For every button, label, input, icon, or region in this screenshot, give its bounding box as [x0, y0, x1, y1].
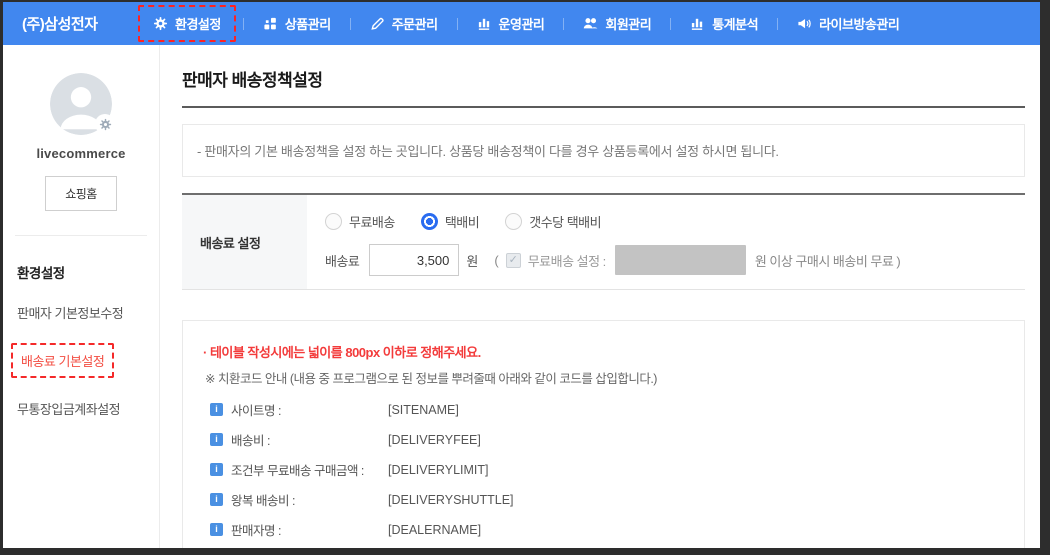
nav-item-live-broadcast[interactable]: 라이브방송관리 — [785, 6, 911, 41]
radio-label: 갯수당 택배비 — [529, 212, 601, 231]
form-row-content: 무료배송 택배비 갯수당 택배비 배송료 — [307, 195, 1025, 289]
shipping-fee-form: 배송료 설정 무료배송 택배비 갯수당 택배비 — [182, 193, 1025, 290]
code-value: [DELIVERYFEE] — [388, 433, 481, 447]
blocks-icon — [263, 16, 278, 31]
nav-item-label: 주문관리 — [392, 14, 438, 33]
code-label: 조건부 무료배송 구매금액 : — [231, 460, 388, 479]
form-row-label: 배송료 설정 — [182, 195, 307, 289]
shipping-fee-input[interactable] — [369, 244, 459, 276]
nav-item-members[interactable]: 회원관리 — [571, 6, 663, 41]
nav-item-orders[interactable]: 주문관리 — [358, 6, 450, 41]
avatar[interactable] — [50, 73, 112, 135]
nav-item-label: 상품관리 — [285, 14, 331, 33]
fee-unit: 원 — [466, 251, 478, 270]
radio-label: 무료배송 — [349, 212, 395, 231]
info-icon — [210, 403, 223, 416]
shipping-fee-row: 배송료 원 ( 무료배송 설정 : 원 이상 구매시 배송비 무료 ) — [325, 244, 1025, 276]
app-window: (주)삼성전자 환경설정 상품관리 주문관리 — [0, 0, 1050, 555]
list-item: 배송비 : [DELIVERYFEE] — [201, 430, 1006, 449]
fee-label: 배송료 — [325, 251, 359, 270]
nav-item-label: 통계분석 — [712, 14, 758, 33]
gear-icon — [153, 16, 168, 31]
nav-separator — [243, 18, 244, 30]
nav-separator — [777, 18, 778, 30]
radio-free-shipping[interactable]: 무료배송 — [325, 212, 395, 231]
list-item: 사이트명 : [SITENAME] — [201, 400, 1006, 419]
main-content: 판매자 배송정책설정 - 판매자의 기본 배송정책을 설정 하는 곳입니다. 상… — [160, 45, 1040, 548]
free-condition-label: 무료배송 설정 : — [528, 251, 606, 270]
megaphone-icon — [797, 16, 812, 31]
info-icon — [210, 463, 223, 476]
nav-item-label: 회원관리 — [605, 14, 651, 33]
code-value: [DEALERNAME] — [388, 523, 481, 537]
sidebar-item-bank-account[interactable]: 무통장입금계좌설정 — [17, 399, 159, 418]
nav-separator — [350, 18, 351, 30]
code-value: [DELIVERYLIMIT] — [388, 463, 489, 477]
seller-username: livecommerce — [3, 146, 159, 161]
shop-home-button[interactable]: 쇼핑홈 — [45, 176, 117, 211]
radio-icon-checked[interactable] — [421, 213, 438, 230]
info-icon — [210, 433, 223, 446]
replacement-code-guide: ※ 치환코드 안내 (내용 중 프로그램으로 된 정보를 뿌려줄때 아래와 같이… — [201, 368, 1006, 387]
main-nav: 환경설정 상품관리 주문관리 운영관리 — [138, 2, 911, 45]
code-label: 판매자명 : — [231, 520, 388, 539]
top-nav: (주)삼성전자 환경설정 상품관리 주문관리 — [3, 2, 1040, 45]
pencil-icon — [370, 16, 385, 31]
table-width-warning: · 테이블 작성시에는 넓이를 800px 이하로 정해주세요. — [201, 342, 1006, 361]
profile-gear-icon[interactable] — [95, 114, 115, 134]
page-title: 판매자 배송정책설정 — [182, 66, 1025, 91]
free-condition-suffix: 원 이상 구매시 배송비 무료 ) — [755, 251, 900, 270]
info-icon — [210, 493, 223, 506]
page-body: livecommerce 쇼핑홈 환경설정 판매자 기본정보수정 배송료 기본설… — [3, 45, 1040, 548]
free-shipping-checkbox-disabled — [506, 253, 521, 268]
shipping-type-radios: 무료배송 택배비 갯수당 택배비 — [325, 207, 1025, 235]
profile-section — [3, 73, 159, 135]
nav-separator — [457, 18, 458, 30]
radio-label: 택배비 — [445, 212, 479, 231]
list-item: 조건부 무료배송 구매금액 : [DELIVERYLIMIT] — [201, 460, 1006, 479]
radio-per-item-fee[interactable]: 갯수당 택배비 — [505, 212, 601, 231]
nav-item-products[interactable]: 상품관리 — [251, 6, 343, 41]
list-item: 판매자명 : [DEALERNAME] — [201, 520, 1006, 539]
replacement-code-list: 사이트명 : [SITENAME] 배송비 : [DELIVERYFEE] 조건… — [201, 400, 1006, 539]
sidebar-section-title: 환경설정 — [17, 262, 159, 282]
sidebar-divider — [15, 235, 147, 236]
nav-separator — [563, 18, 564, 30]
users-icon — [583, 16, 598, 31]
notice-box: · 테이블 작성시에는 넓이를 800px 이하로 정해주세요. ※ 치환코드 … — [182, 320, 1025, 548]
code-label: 사이트명 : — [231, 400, 388, 419]
code-value: [DELIVERYSHUTTLE] — [388, 493, 514, 507]
nav-item-settings[interactable]: 환경설정 — [138, 5, 236, 42]
free-condition-amount-input-disabled — [615, 245, 746, 275]
sidebar-item-shipping-settings[interactable]: 배송료 기본설정 — [11, 343, 114, 378]
code-label: 배송비 : — [231, 430, 388, 449]
list-item: 왕복 배송비 : [DELIVERYSHUTTLE] — [201, 490, 1006, 509]
brand-name: (주)삼성전자 — [3, 13, 138, 34]
nav-item-statistics[interactable]: 통계분석 — [678, 6, 770, 41]
nav-item-label: 운영관리 — [499, 14, 545, 33]
title-divider — [182, 106, 1025, 108]
info-icon — [210, 523, 223, 536]
nav-item-label: 환경설정 — [175, 14, 221, 33]
bar-chart-icon — [690, 16, 705, 31]
sidebar: livecommerce 쇼핑홈 환경설정 판매자 기본정보수정 배송료 기본설… — [3, 45, 160, 548]
nav-item-label: 라이브방송관리 — [819, 14, 899, 33]
nav-item-operations[interactable]: 운영관리 — [465, 6, 557, 41]
bar-chart-icon — [477, 16, 492, 31]
sidebar-item-seller-info[interactable]: 판매자 기본정보수정 — [17, 303, 159, 322]
nav-separator — [670, 18, 671, 30]
radio-icon[interactable] — [505, 213, 522, 230]
code-value: [SITENAME] — [388, 403, 459, 417]
paren-open: ( — [494, 253, 498, 268]
radio-icon[interactable] — [325, 213, 342, 230]
radio-courier-fee[interactable]: 택배비 — [421, 212, 479, 231]
shop-home-wrap: 쇼핑홈 — [3, 176, 159, 211]
code-label: 왕복 배송비 : — [231, 490, 388, 509]
description-box: - 판매자의 기본 배송정책을 설정 하는 곳입니다. 상품당 배송정책이 다를… — [182, 124, 1025, 177]
